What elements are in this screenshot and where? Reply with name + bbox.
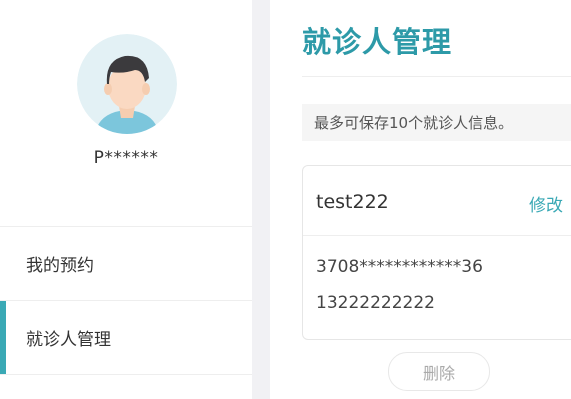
- card-divider: [303, 235, 571, 236]
- patient-phone: 13222222222: [316, 293, 435, 313]
- sidebar-item-label: 我的预约: [26, 256, 94, 276]
- sidebar-item-label: 就诊人管理: [26, 330, 111, 350]
- delete-button[interactable]: 删除: [388, 352, 490, 391]
- sidebar-item-my-appointments[interactable]: 我的预约: [0, 227, 252, 300]
- nav-divider: [0, 374, 252, 375]
- delete-button-label: 删除: [422, 363, 455, 383]
- patient-id-number: 3708************36: [316, 257, 483, 277]
- username: P******: [93, 148, 159, 168]
- page-title: 就诊人管理: [302, 25, 453, 59]
- user-avatar-icon[interactable]: [77, 34, 177, 134]
- main-content: 就诊人管理 最多可保存10个就诊人信息。 test222 修改 3708****…: [270, 0, 571, 399]
- edit-button[interactable]: 修改: [529, 191, 563, 216]
- sidebar: P****** 我的预约 就诊人管理: [0, 0, 252, 399]
- patient-card: test222 修改 3708************36 1322222222…: [302, 165, 571, 340]
- title-divider: [302, 76, 571, 77]
- sidebar-item-patient-management[interactable]: 就诊人管理: [0, 301, 252, 374]
- patient-name: test222: [316, 191, 389, 213]
- notice-text: 最多可保存10个就诊人信息。: [314, 114, 514, 132]
- notice-banner: 最多可保存10个就诊人信息。: [302, 104, 571, 141]
